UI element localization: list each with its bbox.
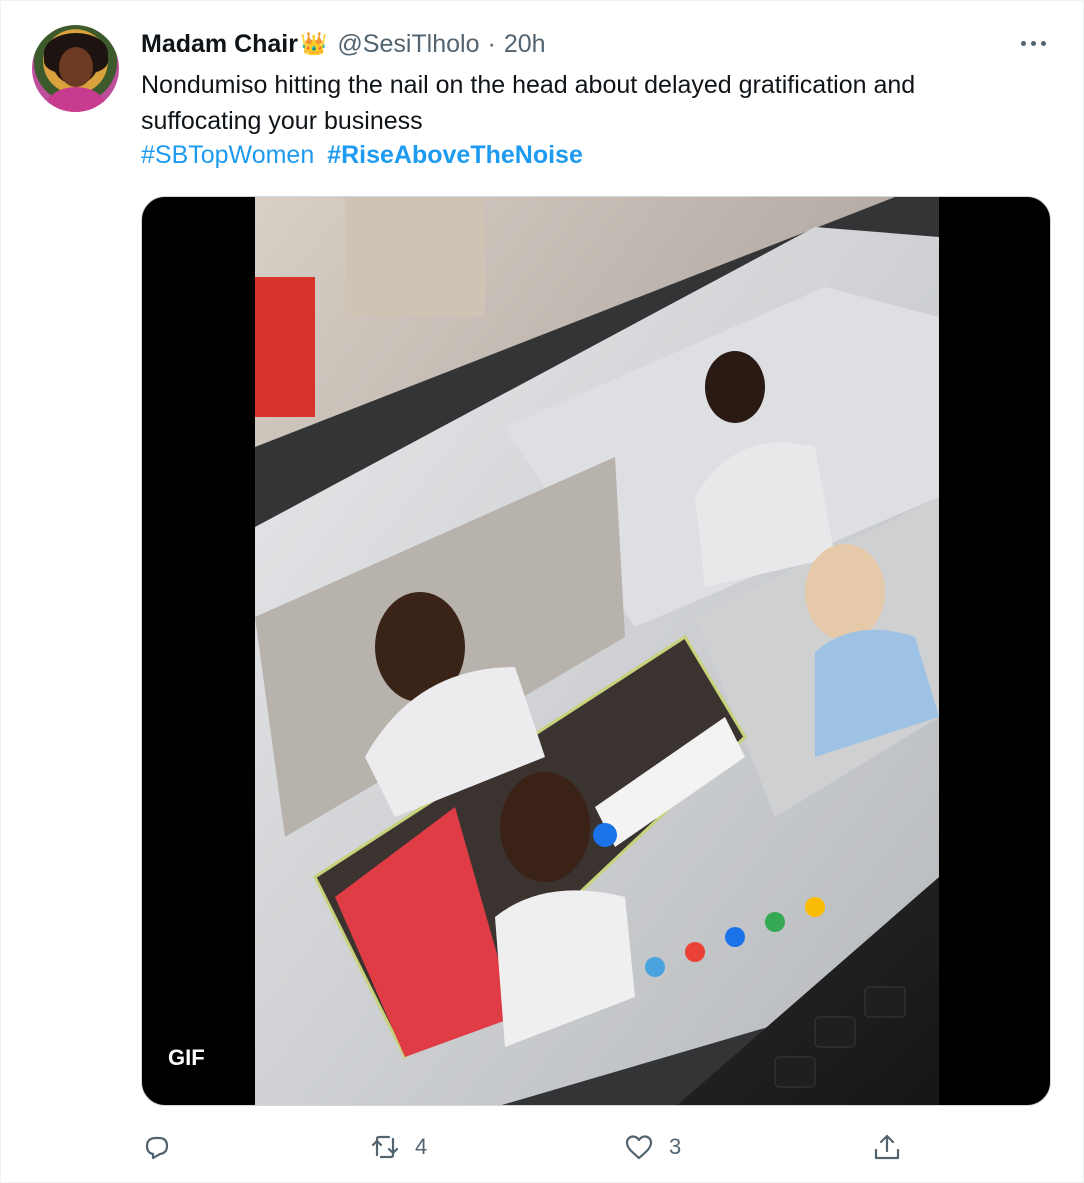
separator-dot: · <box>487 29 496 58</box>
avatar-shirt <box>46 87 106 112</box>
author-display-name[interactable]: Madam Chair <box>141 30 298 59</box>
reply-icon <box>145 1136 169 1160</box>
gif-preview[interactable] <box>255 197 939 1105</box>
retweet-count: 4 <box>415 1134 428 1159</box>
avatar-face <box>59 47 93 87</box>
tweet-timestamp[interactable]: 20h <box>504 30 546 59</box>
gif-badge: GIF <box>158 1042 215 1074</box>
tweet-header: Madam Chair 👑 @SesiTlholo · 20h <box>141 29 546 59</box>
crown-emoji: 👑 <box>299 31 328 56</box>
author-avatar[interactable] <box>32 25 119 112</box>
tweet-actions-bar: 4 3 <box>141 1125 921 1169</box>
like-button[interactable]: 3 <box>623 1125 681 1169</box>
hashtag-link[interactable]: #RiseAboveTheNoise <box>327 141 583 169</box>
share-icon <box>874 1134 900 1160</box>
more-horizontal-icon <box>1020 40 1026 46</box>
tweet-hashtags: #SBTopWomen #RiseAboveTheNoise <box>141 139 583 171</box>
laptop-video-call-photo <box>255 197 939 1105</box>
more-options-button[interactable] <box>1013 31 1053 55</box>
heart-icon <box>625 1135 653 1160</box>
retweet-icon <box>371 1135 399 1159</box>
tweet-text: Nondumiso hitting the nail on the head a… <box>141 71 916 135</box>
retweet-button[interactable]: 4 <box>369 1125 427 1169</box>
hashtag-link[interactable]: #SBTopWomen <box>141 141 314 169</box>
author-handle[interactable]: @SesiTlholo <box>337 30 479 59</box>
reply-button[interactable] <box>141 1125 187 1169</box>
tweet-media[interactable]: GIF <box>141 196 1051 1106</box>
share-button[interactable] <box>871 1125 903 1169</box>
tweet-card[interactable]: Madam Chair 👑 @SesiTlholo · 20h Nondumis… <box>0 0 1084 1183</box>
like-count: 3 <box>669 1134 682 1159</box>
